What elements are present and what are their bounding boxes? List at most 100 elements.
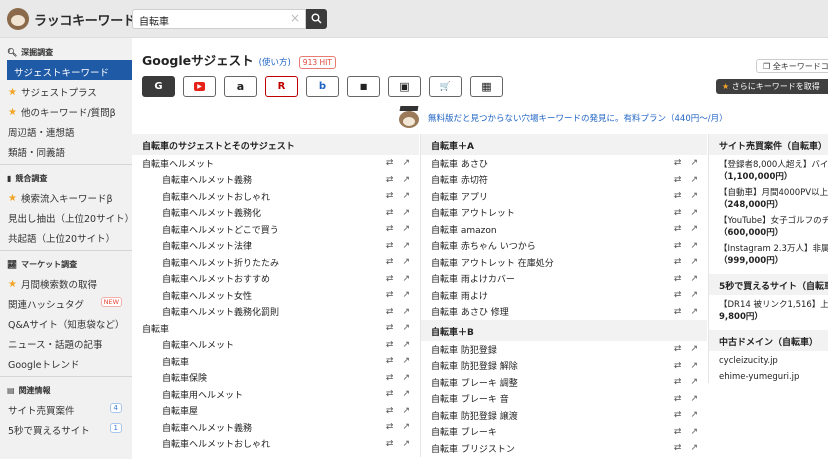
retweet-icon[interactable]: ⇄ <box>386 224 394 234</box>
keyword-row[interactable]: 自転車用ヘルメット ⇄ ↗ <box>132 386 419 403</box>
external-link-icon[interactable]: ↗ <box>402 406 410 416</box>
keyword-row[interactable]: 自転車 ⇄ ↗ <box>132 353 419 370</box>
keyword-row[interactable]: 自転車 あさひ ⇄ ↗ <box>421 155 707 172</box>
sidebar-item-cooccurrence[interactable]: 共起語（上位20サイト） <box>0 226 132 246</box>
paid-plan-promo[interactable]: 無料版だと見つからない穴場キーワードの発見に。有料プラン（440円〜/月） <box>396 106 728 130</box>
keyword-row[interactable]: 自転車保険 ⇄ ↗ <box>132 370 419 387</box>
keyword-row[interactable]: 自転車 雨よけカバー ⇄ ↗ <box>421 271 707 288</box>
keyword-row[interactable]: 自転車 ⇄ ↗ <box>132 320 419 337</box>
retweet-icon[interactable]: ⇄ <box>674 208 682 218</box>
tab-rakuten[interactable]: R <box>265 76 298 97</box>
retweet-icon[interactable]: ⇄ <box>386 274 394 284</box>
keyword-row[interactable]: 自転車ヘルメット ⇄ ↗ <box>132 155 419 172</box>
retweet-icon[interactable]: ⇄ <box>674 274 682 284</box>
external-link-icon[interactable]: ↗ <box>690 208 698 218</box>
tab-apps[interactable]: ▦ <box>470 76 503 97</box>
external-link-icon[interactable]: ↗ <box>402 389 410 399</box>
keyword-row[interactable]: 自転車ヘルメット女性 ⇄ ↗ <box>132 287 419 304</box>
external-link-icon[interactable]: ↗ <box>402 274 410 284</box>
keyword-row[interactable]: 自転車 赤切符 ⇄ ↗ <box>421 172 707 189</box>
retweet-icon[interactable]: ⇄ <box>386 439 394 449</box>
external-link-icon[interactable]: ↗ <box>402 175 410 185</box>
retweet-icon[interactable]: ⇄ <box>674 427 682 437</box>
keyword-row[interactable]: 自転車 あさひ 修理 ⇄ ↗ <box>421 304 707 321</box>
sidebar-item-5sec-sites[interactable]: 5秒で買えるサイト 1 <box>0 418 132 438</box>
external-link-icon[interactable]: ↗ <box>690 394 698 404</box>
keyword-row[interactable]: 自転車ヘルメットおしゃれ ⇄ ↗ <box>132 188 419 205</box>
retweet-icon[interactable]: ⇄ <box>674 377 682 387</box>
external-link-icon[interactable]: ↗ <box>690 224 698 234</box>
external-link-icon[interactable]: ↗ <box>690 257 698 267</box>
retweet-icon[interactable]: ⇄ <box>674 361 682 371</box>
5sec-site-item[interactable]: 【DR14 被リンク1,516】上流 9,800円） <box>709 295 828 323</box>
retweet-icon[interactable]: ⇄ <box>674 344 682 354</box>
keyword-row[interactable]: 自転車 防犯登録 ⇄ ↗ <box>421 341 707 358</box>
domain-item[interactable]: ehime-yumeguri.jp <box>709 367 828 383</box>
retweet-icon[interactable]: ⇄ <box>386 340 394 350</box>
external-link-icon[interactable]: ↗ <box>690 307 698 317</box>
retweet-icon[interactable]: ⇄ <box>386 290 394 300</box>
keyword-row[interactable]: 自転車 防犯登録 譲渡 ⇄ ↗ <box>421 407 707 424</box>
search-input[interactable]: 自転車 <box>132 9 306 29</box>
keyword-row[interactable]: 自転車ヘルメット義務化罰則 ⇄ ↗ <box>132 304 419 321</box>
external-link-icon[interactable]: ↗ <box>690 274 698 284</box>
external-link-icon[interactable]: ↗ <box>690 361 698 371</box>
keyword-row[interactable]: 自転車 アウトレット ⇄ ↗ <box>421 205 707 222</box>
retweet-icon[interactable]: ⇄ <box>386 191 394 201</box>
external-link-icon[interactable]: ↗ <box>402 208 410 218</box>
sidebar-item-inflow-keywords[interactable]: ★ 検索流入キーワードβ <box>0 186 132 206</box>
search-button[interactable] <box>306 9 327 29</box>
retweet-icon[interactable]: ⇄ <box>386 208 394 218</box>
retweet-icon[interactable]: ⇄ <box>674 241 682 251</box>
retweet-icon[interactable]: ⇄ <box>674 307 682 317</box>
tab-bing[interactable]: b <box>306 76 339 97</box>
external-link-icon[interactable]: ↗ <box>402 323 410 333</box>
sidebar-item-monthly-volume[interactable]: ★ 月間検索数の取得 <box>0 272 132 292</box>
keyword-row[interactable]: 自転車 赤ちゃん いつから ⇄ ↗ <box>421 238 707 255</box>
sidebar-item-synonyms[interactable]: 類語・同義語 <box>0 140 132 160</box>
sidebar-item-headings[interactable]: 見出し抽出（上位20サイト） <box>0 206 134 226</box>
logo[interactable]: ラッコキーワード <box>7 8 136 30</box>
retweet-icon[interactable]: ⇄ <box>386 323 394 333</box>
retweet-icon[interactable]: ⇄ <box>674 443 682 453</box>
external-link-icon[interactable]: ↗ <box>402 439 410 449</box>
retweet-icon[interactable]: ⇄ <box>674 158 682 168</box>
copy-all-keywords-button[interactable]: ❐ 全キーワードコピー <box>756 59 828 73</box>
retweet-icon[interactable]: ⇄ <box>386 241 394 251</box>
keyword-row[interactable]: 自転車ヘルメットおしゃれ ⇄ ↗ <box>132 436 419 453</box>
site-sale-item[interactable]: 【登録者8,000人超え】バイク （1,100,000円） <box>709 155 828 183</box>
keyword-row[interactable]: 自転車 ブレーキ 音 ⇄ ↗ <box>421 391 707 408</box>
domain-item[interactable]: cycleizucity.jp <box>709 351 828 367</box>
keyword-row[interactable]: 自転車 アプリ ⇄ ↗ <box>421 188 707 205</box>
external-link-icon[interactable]: ↗ <box>690 241 698 251</box>
keyword-row[interactable]: 自転車 ブレーキ 調整 ⇄ ↗ <box>421 374 707 391</box>
keyword-row[interactable]: 自転車ヘルメット義務 ⇄ ↗ <box>132 419 419 436</box>
external-link-icon[interactable]: ↗ <box>690 443 698 453</box>
keyword-row[interactable]: 自転車 amazon ⇄ ↗ <box>421 221 707 238</box>
keyword-row[interactable]: 自転車ヘルメット義務化 ⇄ ↗ <box>132 205 419 222</box>
external-link-icon[interactable]: ↗ <box>402 356 410 366</box>
external-link-icon[interactable]: ↗ <box>690 175 698 185</box>
keyword-row[interactable]: 自転車ヘルメット折りたたみ ⇄ ↗ <box>132 254 419 271</box>
tab-google[interactable]: G <box>142 76 175 97</box>
retweet-icon[interactable]: ⇄ <box>674 191 682 201</box>
external-link-icon[interactable]: ↗ <box>402 224 410 234</box>
keyword-row[interactable]: 自転車ヘルメットおすすめ ⇄ ↗ <box>132 271 419 288</box>
external-link-icon[interactable]: ↗ <box>402 257 410 267</box>
external-link-icon[interactable]: ↗ <box>402 340 410 350</box>
external-link-icon[interactable]: ↗ <box>690 410 698 420</box>
external-link-icon[interactable]: ↗ <box>402 307 410 317</box>
keyword-row[interactable]: 自転車ヘルメットどこで買う ⇄ ↗ <box>132 221 419 238</box>
external-link-icon[interactable]: ↗ <box>690 191 698 201</box>
retweet-icon[interactable]: ⇄ <box>674 410 682 420</box>
retweet-icon[interactable]: ⇄ <box>386 158 394 168</box>
retweet-icon[interactable]: ⇄ <box>386 373 394 383</box>
tab-image[interactable]: ▣ <box>388 76 421 97</box>
external-link-icon[interactable]: ↗ <box>690 158 698 168</box>
retweet-icon[interactable]: ⇄ <box>386 422 394 432</box>
retweet-icon[interactable]: ⇄ <box>674 224 682 234</box>
tab-amazon[interactable]: a <box>224 76 257 97</box>
retweet-icon[interactable]: ⇄ <box>386 307 394 317</box>
sidebar-item-qa-sites[interactable]: Q&Aサイト（知恵袋など） <box>0 312 132 332</box>
external-link-icon[interactable]: ↗ <box>690 377 698 387</box>
